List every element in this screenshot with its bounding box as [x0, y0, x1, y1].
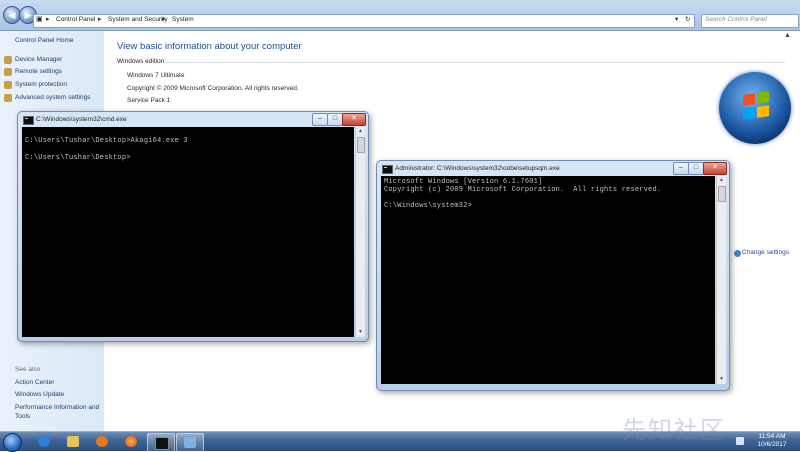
see-also-windows-update[interactable]: Windows Update: [15, 391, 64, 398]
clock[interactable]: 11:54 AM 10/6/2017: [752, 433, 792, 449]
dropdown-icon[interactable]: ▾: [675, 15, 678, 23]
scroll-up-icon[interactable]: ▲: [717, 177, 726, 183]
maximize-button[interactable]: □: [688, 162, 704, 175]
address-field[interactable]: ▣ ▸ Control Panel ▸ System and Security …: [33, 14, 695, 28]
see-also-action-center[interactable]: Action Center: [15, 379, 54, 386]
cmd-icon: [23, 116, 34, 125]
sidebar-item-device-manager[interactable]: Device Manager: [15, 56, 62, 63]
section-divider: [165, 62, 785, 63]
clock-time: 11:54 AM: [758, 433, 786, 440]
window-title: Administrator: C:\Windows\system32\oobe\…: [395, 165, 560, 172]
breadcrumb-separator: ▸: [46, 16, 50, 23]
console-line: Microsoft Windows [Version 6.1.7601]: [384, 178, 543, 186]
scrollbar-thumb[interactable]: [718, 186, 726, 202]
console-line: Copyright (c) 2009 Microsoft Corporation…: [384, 186, 662, 194]
refresh-icon[interactable]: ↻: [685, 15, 690, 23]
cmd-window[interactable]: C:\Windows\system32\cmd.exe – □ ✕ C:\Use…: [17, 111, 369, 342]
shield-icon: [4, 56, 12, 64]
see-also-performance-info[interactable]: Performance Information and: [15, 404, 99, 411]
watermark: 先知社区: [622, 417, 726, 444]
see-also-heading: See also: [15, 366, 41, 373]
cmd-icon: [155, 437, 169, 450]
breadcrumb-separator: ▸: [162, 16, 166, 23]
window-title: C:\Windows\system32\cmd.exe: [36, 116, 127, 123]
taskbar-firefox[interactable]: [118, 433, 144, 450]
taskbar-media-player[interactable]: [89, 433, 115, 450]
taskbar-cmd[interactable]: [147, 433, 175, 452]
network-icon[interactable]: [736, 437, 744, 445]
sidebar-item-control-panel-home[interactable]: Control Panel Home: [15, 37, 74, 44]
close-button[interactable]: ✕: [342, 113, 366, 126]
scrollbar[interactable]: ▲ ▼: [355, 127, 365, 337]
breadcrumb-control-panel[interactable]: Control Panel: [56, 16, 95, 23]
scroll-up-icon[interactable]: ▲: [356, 128, 365, 134]
copyright-text: Copyright © 2009 Microsoft Corporation. …: [127, 85, 299, 92]
internet-explorer-icon: [38, 436, 50, 447]
console-output[interactable]: C:\Users\Tushar\Desktop>Akagi64.exe 3 C:…: [22, 127, 354, 337]
change-settings-link[interactable]: Change settings: [742, 249, 789, 256]
start-button[interactable]: [3, 433, 22, 452]
windows-logo-icon: [719, 72, 791, 144]
minimize-button[interactable]: –: [673, 162, 689, 175]
taskbar-explorer[interactable]: [60, 433, 86, 450]
taskbar-internet-explorer[interactable]: [31, 433, 57, 450]
console-line: C:\Users\Tushar\Desktop>Akagi64.exe 3: [25, 137, 188, 145]
scroll-up-icon[interactable]: ▲: [784, 32, 794, 42]
scroll-down-icon[interactable]: ▼: [717, 376, 726, 382]
section-header: Windows edition: [117, 58, 165, 65]
sidebar-item-remote-settings[interactable]: Remote settings: [15, 68, 62, 75]
control-panel-icon: ▣: [36, 16, 43, 23]
page-title: View basic information about your comput…: [117, 41, 302, 52]
breadcrumb-system-security[interactable]: System and Security: [108, 16, 168, 23]
scroll-down-icon[interactable]: ▼: [356, 329, 365, 335]
address-bar-strip: ◀ ▶ ▣ ▸ Control Panel ▸ System and Secur…: [0, 0, 800, 31]
console-line: C:\Users\Tushar\Desktop>: [25, 154, 131, 162]
taskbar-control-panel[interactable]: [176, 433, 204, 452]
firefox-icon: [125, 436, 137, 447]
maximize-button[interactable]: □: [327, 113, 343, 126]
close-button[interactable]: ✕: [703, 162, 727, 175]
admin-console-window[interactable]: Administrator: C:\Windows\system32\oobe\…: [376, 160, 730, 391]
shield-icon: [4, 94, 12, 102]
cmd-icon: [382, 165, 393, 174]
breadcrumb-separator: ▸: [98, 16, 102, 23]
media-player-icon: [96, 436, 108, 447]
shield-icon: [734, 250, 741, 257]
windows-edition: Windows 7 Ultimate: [127, 72, 185, 79]
shield-icon: [4, 81, 12, 89]
sidebar-item-system-protection[interactable]: System protection: [15, 81, 67, 88]
shield-icon: [4, 68, 12, 76]
sidebar-item-advanced-system-settings[interactable]: Advanced system settings: [15, 94, 91, 101]
clock-date: 10/6/2017: [757, 441, 787, 448]
breadcrumb-system[interactable]: System: [172, 16, 194, 23]
minimize-button[interactable]: –: [312, 113, 328, 126]
control-panel-icon: [184, 437, 196, 448]
service-pack: Service Pack 1: [127, 97, 171, 104]
see-also-tools[interactable]: Tools: [15, 413, 30, 420]
folder-icon: [67, 436, 79, 447]
scrollbar[interactable]: ▲ ▼: [716, 176, 726, 384]
search-placeholder: Search Control Panel: [705, 16, 767, 23]
console-line: C:\Windows\system32>: [384, 202, 473, 210]
scrollbar-thumb[interactable]: [357, 137, 365, 153]
search-input[interactable]: Search Control Panel: [701, 14, 799, 28]
console-output[interactable]: Microsoft Windows [Version 6.1.7601] Cop…: [381, 176, 715, 384]
